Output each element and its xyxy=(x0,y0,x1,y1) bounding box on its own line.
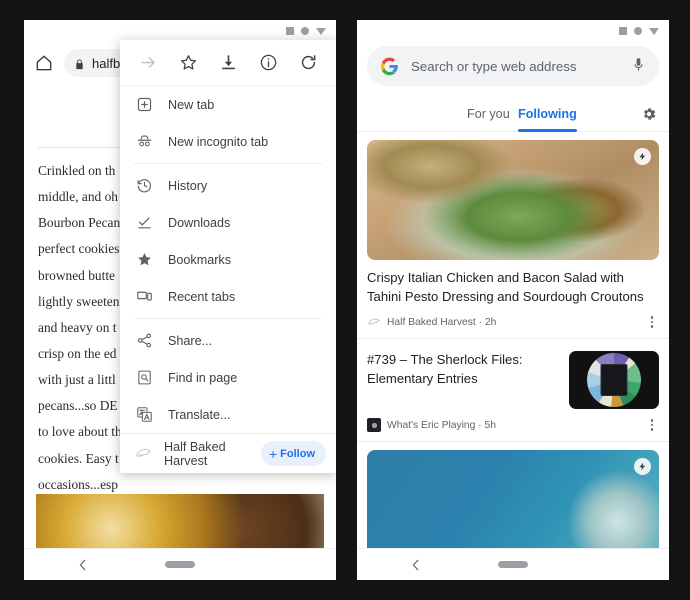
source-avatar-icon xyxy=(367,315,381,329)
lock-icon xyxy=(74,57,85,70)
board-game-photo xyxy=(587,353,641,407)
right-phone-screen: Search or type web address For you Follo… xyxy=(357,20,669,580)
feed-divider xyxy=(357,441,669,442)
lightning-bolt-icon xyxy=(634,458,651,475)
reload-icon[interactable] xyxy=(299,53,318,72)
follow-button[interactable]: + Follow xyxy=(261,441,326,466)
source-avatar-icon xyxy=(367,418,381,432)
google-g-icon xyxy=(380,57,399,76)
menu-item-share[interactable]: Share... xyxy=(120,322,336,359)
square-icon xyxy=(286,27,294,35)
home-pill-handle[interactable] xyxy=(165,561,195,568)
menu-item-history[interactable]: History xyxy=(120,167,336,204)
screenshot-stage: halfba — H A L F H A R Crinkled on th mi… xyxy=(0,0,690,600)
menu-item-label: New tab xyxy=(168,98,214,112)
feed-card[interactable]: Crispy Italian Chicken and Bacon Salad w… xyxy=(357,140,669,338)
triangle-down-icon xyxy=(649,28,659,35)
tab-for-you[interactable]: For you xyxy=(467,96,510,131)
menu-item-new-incognito-tab[interactable]: New incognito tab xyxy=(120,123,336,160)
feed-tab-bar: For you Following xyxy=(357,96,669,132)
share-icon xyxy=(136,332,153,349)
article-thumbnail[interactable] xyxy=(569,351,659,409)
menu-item-translate[interactable]: Translate... xyxy=(120,396,336,433)
menu-divider xyxy=(134,318,322,319)
microphone-icon[interactable] xyxy=(631,57,646,75)
gear-icon[interactable] xyxy=(641,106,657,122)
circle-icon xyxy=(301,27,309,35)
left-status-bar xyxy=(24,20,336,42)
circle-icon xyxy=(634,27,642,35)
back-chevron-icon[interactable] xyxy=(76,558,90,572)
menu-item-downloads[interactable]: Downloads xyxy=(120,204,336,241)
left-android-navbar xyxy=(24,548,336,580)
download-icon[interactable] xyxy=(219,53,238,72)
chrome-overflow-menu: New tab New incognito tab xyxy=(120,40,336,473)
menu-item-label: Translate... xyxy=(168,408,231,422)
incognito-icon xyxy=(136,133,153,150)
tab-following[interactable]: Following xyxy=(518,96,577,131)
home-icon[interactable] xyxy=(34,53,54,73)
article-source-and-time: Half Baked Harvest · 2h xyxy=(387,317,496,328)
lightning-bolt-icon xyxy=(634,148,651,165)
triangle-down-icon xyxy=(316,28,326,35)
article-photo xyxy=(36,494,324,554)
ntp-search-wrapper: Search or type web address xyxy=(357,42,669,96)
menu-item-label: Share... xyxy=(168,334,212,348)
article-title[interactable]: Crispy Italian Chicken and Bacon Salad w… xyxy=(367,260,659,306)
article-meta: What's Eric Playing · 5h xyxy=(367,409,659,441)
menu-item-recent-tabs[interactable]: Recent tabs xyxy=(120,278,336,315)
follow-site-name: Half Baked Harvest xyxy=(164,440,250,468)
menu-item-label: New incognito tab xyxy=(168,135,268,149)
plus-icon: + xyxy=(269,447,277,461)
forward-arrow-icon[interactable] xyxy=(139,53,158,72)
translate-icon xyxy=(136,406,153,423)
menu-divider xyxy=(134,163,322,164)
home-pill-handle[interactable] xyxy=(498,561,528,568)
menu-icon-row xyxy=(120,40,336,86)
square-icon xyxy=(619,27,627,35)
article-hero-image[interactable] xyxy=(367,140,659,260)
back-chevron-icon[interactable] xyxy=(409,558,423,572)
info-icon[interactable] xyxy=(259,53,278,72)
history-icon xyxy=(136,177,153,194)
menu-item-label: Find in page xyxy=(168,371,237,385)
menu-item-label: History xyxy=(168,179,207,193)
menu-follow-row: Half Baked Harvest + Follow xyxy=(120,433,336,473)
kebab-menu-icon[interactable] xyxy=(647,312,658,332)
bookmarks-icon xyxy=(136,251,153,268)
article-source-and-time: What's Eric Playing · 5h xyxy=(387,420,496,431)
article-meta: Half Baked Harvest · 2h xyxy=(367,306,659,338)
kebab-menu-icon[interactable] xyxy=(647,415,658,435)
menu-item-new-tab[interactable]: New tab xyxy=(120,86,336,123)
search-placeholder-text: Search or type web address xyxy=(411,59,619,74)
menu-item-label: Downloads xyxy=(168,216,230,230)
feed-card[interactable]: #739 – The Sherlock Files: Elementary En… xyxy=(357,339,669,441)
star-icon[interactable] xyxy=(179,53,198,72)
article-feed: Crispy Italian Chicken and Bacon Salad w… xyxy=(357,140,669,570)
menu-item-label: Recent tabs xyxy=(168,290,235,304)
left-phone-screen: halfba — H A L F H A R Crinkled on th mi… xyxy=(24,20,336,580)
right-status-bar xyxy=(357,20,669,42)
menu-item-bookmarks[interactable]: Bookmarks xyxy=(120,241,336,278)
downloads-icon xyxy=(136,214,153,231)
site-avatar-icon xyxy=(134,444,153,463)
article-title[interactable]: #739 – The Sherlock Files: Elementary En… xyxy=(367,351,559,388)
recent-tabs-icon xyxy=(136,288,153,305)
menu-item-label: Bookmarks xyxy=(168,253,231,267)
article-row: #739 – The Sherlock Files: Elementary En… xyxy=(367,339,659,409)
new-tab-icon xyxy=(136,96,153,113)
search-input[interactable]: Search or type web address xyxy=(367,46,659,86)
menu-item-find-in-page[interactable]: Find in page xyxy=(120,359,336,396)
find-in-page-icon xyxy=(136,369,153,386)
right-android-navbar xyxy=(357,548,669,580)
follow-button-label: Follow xyxy=(280,448,315,460)
